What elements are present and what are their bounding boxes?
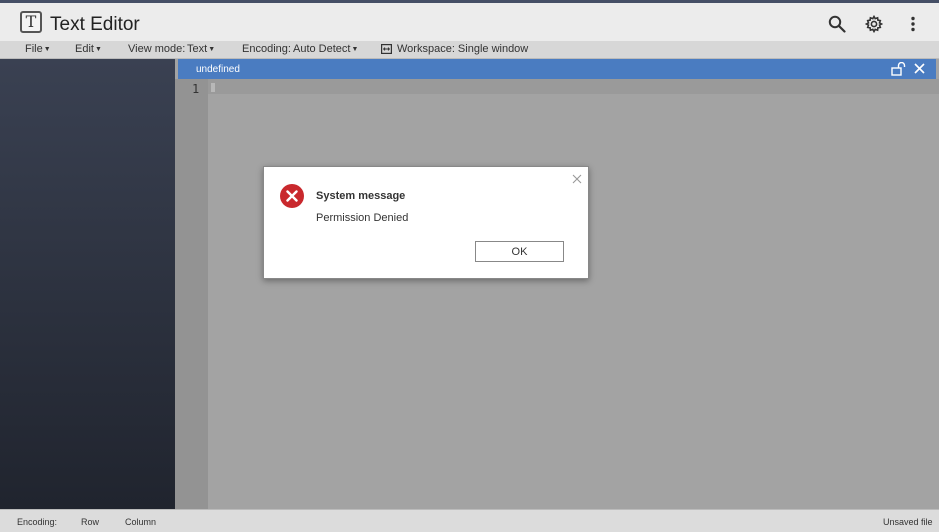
line-number-gutter: 1: [175, 79, 208, 509]
app-logo-icon: T: [20, 11, 42, 33]
ok-button[interactable]: OK: [475, 241, 564, 262]
status-column: Column: [125, 517, 157, 527]
sidebar: [0, 59, 175, 509]
status-encoding: Encoding:: [17, 517, 58, 527]
error-icon: [280, 184, 304, 208]
edit-menu[interactable]: Edit▼: [75, 43, 102, 55]
status-file-state: Unsaved file: [883, 517, 933, 527]
file-menu[interactable]: File▼: [25, 43, 51, 55]
chevron-down-icon: ▼: [43, 46, 51, 53]
app-title: Text Editor: [50, 14, 140, 35]
close-icon[interactable]: [571, 173, 583, 185]
status-bar: Encoding: Row Column Unsaved file: [0, 509, 939, 532]
dialog-title: System message: [316, 190, 406, 202]
status-row: Row: [81, 517, 100, 527]
workspace-button[interactable]: Workspace: Single window: [381, 43, 528, 57]
chevron-down-icon: ▼: [351, 46, 359, 53]
editor-tab-name: undefined: [196, 64, 240, 75]
unlock-icon[interactable]: [891, 61, 906, 79]
close-icon[interactable]: [914, 63, 925, 77]
chevron-down-icon: ▼: [208, 46, 216, 53]
text-area[interactable]: [208, 79, 939, 509]
menu-bar: File▼ Edit▼ View mode: Text▼ Encoding: A…: [0, 41, 939, 59]
system-message-dialog: System message Permission Denied OK: [263, 166, 589, 279]
gear-icon[interactable]: [863, 13, 885, 35]
dialog-message: Permission Denied: [316, 212, 409, 224]
workspace-icon: [381, 44, 393, 57]
view-mode-dropdown[interactable]: Text▼: [187, 43, 215, 55]
encoding-dropdown[interactable]: Auto Detect▼: [293, 43, 358, 55]
view-mode-label: View mode:: [128, 43, 186, 55]
line-number: 1: [192, 82, 200, 96]
editor-tab[interactable]: undefined: [178, 59, 936, 79]
encoding-label: Encoding:: [242, 43, 291, 55]
title-bar: T Text Editor: [0, 0, 939, 41]
editor-area: undefined 1: [175, 59, 939, 509]
chevron-down-icon: ▼: [94, 46, 102, 53]
more-vertical-icon[interactable]: [902, 13, 924, 35]
search-icon[interactable]: [826, 13, 848, 35]
